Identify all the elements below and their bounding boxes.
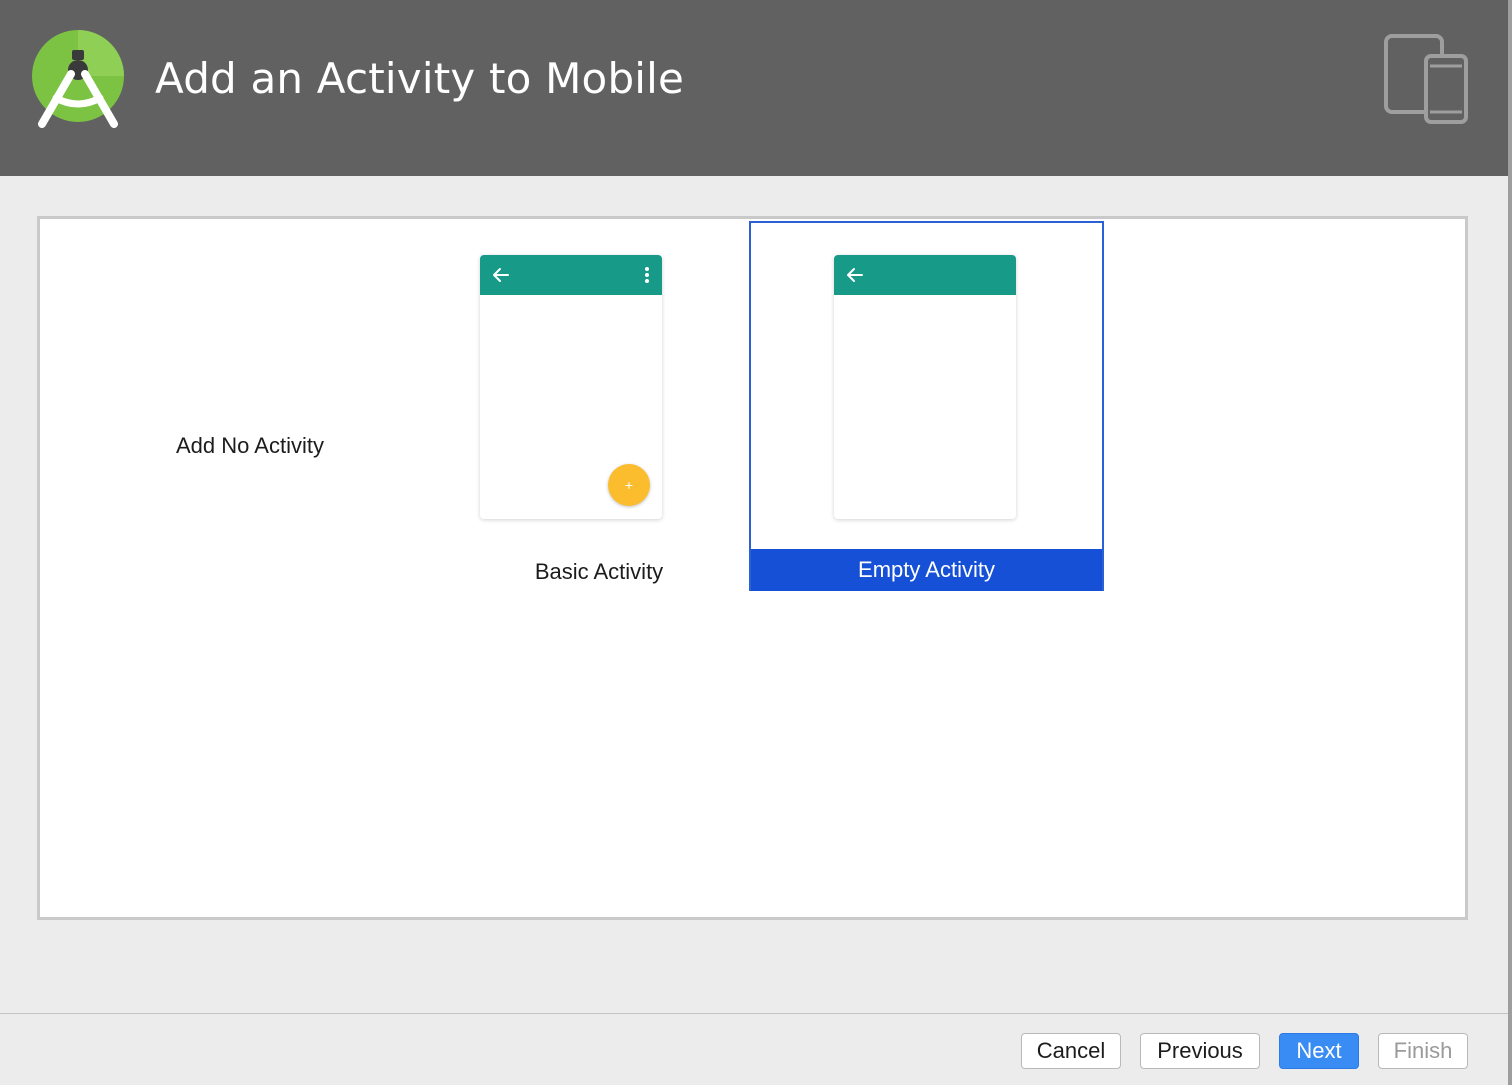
activity-gallery: Add No Activity + Basic Activity Empty A… xyxy=(37,216,1468,920)
cancel-button[interactable]: Cancel xyxy=(1021,1033,1121,1069)
tablet-phone-devices-icon xyxy=(1384,34,1468,124)
footer-divider xyxy=(0,1013,1508,1014)
previous-button[interactable]: Previous xyxy=(1140,1033,1260,1069)
tile-label: Add No Activity xyxy=(176,433,324,458)
page-title: Add an Activity to Mobile xyxy=(155,54,685,103)
overflow-menu-icon xyxy=(645,267,649,283)
wizard-window: Add an Activity to Mobile Add No Activit… xyxy=(0,0,1512,1085)
phone-preview: + xyxy=(480,255,662,519)
tile-label-selected: Empty Activity xyxy=(751,549,1102,591)
preview-toolbar xyxy=(834,255,1016,295)
next-button[interactable]: Next xyxy=(1279,1033,1359,1069)
preview-toolbar xyxy=(480,255,662,295)
tile-label: Basic Activity xyxy=(534,559,664,584)
window-edge xyxy=(1508,0,1512,1085)
android-studio-logo-icon xyxy=(32,30,124,128)
back-arrow-icon xyxy=(847,268,863,282)
wizard-header: Add an Activity to Mobile xyxy=(0,0,1508,176)
phone-preview xyxy=(834,255,1016,519)
tile-empty-activity[interactable]: Empty Activity xyxy=(749,221,1104,591)
tile-add-no-activity[interactable]: Add No Activity xyxy=(80,259,360,559)
fab-plus-icon: + xyxy=(608,464,650,506)
finish-button[interactable]: Finish xyxy=(1378,1033,1468,1069)
back-arrow-icon xyxy=(493,268,509,282)
